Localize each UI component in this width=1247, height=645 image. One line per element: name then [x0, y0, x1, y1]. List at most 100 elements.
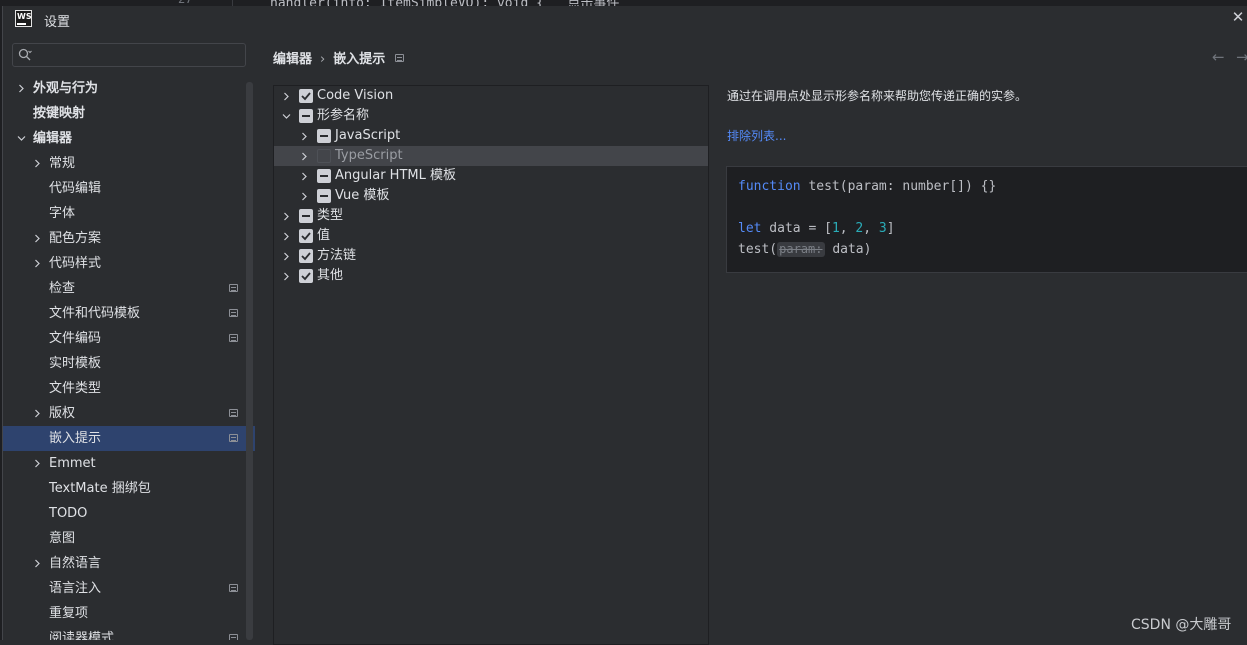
- chevron-right-icon[interactable]: [300, 172, 309, 181]
- search-icon: [18, 48, 32, 61]
- chevron-right-icon[interactable]: [33, 559, 42, 568]
- sidebar-scrollbar[interactable]: [246, 82, 253, 640]
- code-text: ,: [839, 221, 856, 236]
- tree-row[interactable]: Vue 模板: [274, 186, 708, 206]
- sidebar-item[interactable]: 编辑器: [3, 126, 255, 151]
- checkbox[interactable]: [299, 109, 313, 123]
- webstorm-logo-icon: WS: [15, 10, 32, 27]
- sidebar-item[interactable]: 自然语言: [3, 551, 255, 576]
- sidebar-item-label: 文件和代码模板: [49, 306, 141, 321]
- tree-row[interactable]: 方法链: [274, 246, 708, 266]
- chevron-down-icon[interactable]: [282, 112, 291, 121]
- tree-row-label: 形参名称: [317, 108, 370, 123]
- chevron-right-icon[interactable]: [300, 192, 309, 201]
- sidebar-item[interactable]: 文件编码: [3, 326, 255, 351]
- settings-content: 编辑器 › 嵌入提示 ← → Code Vision 形参名称 JavaScript Ty…: [256, 34, 1247, 645]
- checkbox[interactable]: [299, 209, 313, 223]
- checkbox[interactable]: [299, 229, 313, 243]
- tree-row-label: 方法链: [317, 248, 357, 263]
- breadcrumb-parent[interactable]: 编辑器: [273, 52, 312, 67]
- back-arrow-icon[interactable]: ←: [1212, 48, 1225, 66]
- project-scope-icon: [229, 634, 238, 640]
- sidebar-item-label: 常规: [49, 156, 76, 171]
- chevron-right-icon[interactable]: [33, 409, 42, 418]
- chevron-right-icon[interactable]: [300, 152, 309, 161]
- chevron-right-icon[interactable]: [282, 92, 291, 101]
- checkbox[interactable]: [299, 89, 313, 103]
- chevron-right-icon[interactable]: [282, 212, 291, 221]
- checkbox[interactable]: [317, 189, 331, 203]
- chevron-right-icon[interactable]: [282, 252, 291, 261]
- inlay-hints-tree: Code Vision 形参名称 JavaScript TypeScript Angul…: [273, 85, 709, 645]
- tree-row[interactable]: 形参名称: [274, 106, 708, 126]
- exclude-list-link[interactable]: 排除列表...: [727, 127, 786, 144]
- tree-row[interactable]: 其他: [274, 266, 708, 286]
- forward-arrow-icon[interactable]: →: [1236, 48, 1247, 66]
- checkbox[interactable]: [299, 249, 313, 263]
- sidebar-item-label: 文件类型: [49, 381, 102, 396]
- sidebar-item[interactable]: Emmet: [3, 451, 255, 476]
- project-scope-icon: [229, 284, 238, 292]
- chevron-down-icon[interactable]: [17, 134, 26, 143]
- chevron-right-icon[interactable]: [282, 272, 291, 281]
- sidebar-item[interactable]: 按键映射: [3, 101, 255, 126]
- sidebar-item[interactable]: 外观与行为: [3, 76, 255, 101]
- breadcrumb-current: 嵌入提示: [333, 52, 386, 67]
- breadcrumb: 编辑器 › 嵌入提示: [273, 48, 405, 67]
- chevron-right-icon[interactable]: [33, 159, 42, 168]
- code-number: 1: [831, 221, 840, 236]
- chevron-right-icon[interactable]: [282, 232, 291, 241]
- code-preview: function test(param: number[]) {} let da…: [726, 166, 1247, 273]
- tree-row[interactable]: Angular HTML 模板: [274, 166, 708, 186]
- tree-row-label: Code Vision: [317, 88, 394, 103]
- chevron-right-icon[interactable]: [33, 459, 42, 468]
- sidebar-item[interactable]: 重复项: [3, 601, 255, 626]
- tree-row[interactable]: 值: [274, 226, 708, 246]
- checkbox[interactable]: [317, 169, 331, 183]
- sidebar-item-label: 检查: [49, 281, 76, 296]
- close-icon[interactable]: ✕: [1231, 9, 1245, 25]
- checkbox[interactable]: [317, 149, 331, 163]
- sidebar-item[interactable]: 意图: [3, 526, 255, 551]
- sidebar-item[interactable]: 代码样式: [3, 251, 255, 276]
- sidebar-item[interactable]: 文件类型: [3, 376, 255, 401]
- sidebar-item[interactable]: 文件和代码模板: [3, 301, 255, 326]
- sidebar-item[interactable]: TextMate 捆绑包: [3, 476, 255, 501]
- sidebar-item[interactable]: 版权: [3, 401, 255, 426]
- tree-row[interactable]: Code Vision: [274, 86, 708, 106]
- sidebar-item[interactable]: 嵌入提示: [3, 426, 255, 451]
- sidebar-item[interactable]: 语言注入: [3, 576, 255, 601]
- sidebar-item-label: 自然语言: [49, 556, 102, 571]
- sidebar-item[interactable]: 常规: [3, 151, 255, 176]
- sidebar-item[interactable]: 实时模板: [3, 351, 255, 376]
- sidebar-item-label: 代码编辑: [49, 181, 102, 196]
- sidebar-item[interactable]: 阅读器模式: [3, 626, 255, 640]
- sidebar-item[interactable]: 配色方案: [3, 226, 255, 251]
- code-line-3: let data = [1, 2, 3]: [738, 220, 895, 238]
- tree-row[interactable]: TypeScript: [274, 146, 708, 166]
- project-scope-icon: [229, 584, 238, 592]
- tree-row-label: TypeScript: [335, 148, 403, 163]
- sidebar-item[interactable]: 字体: [3, 201, 255, 226]
- sidebar-item[interactable]: 代码编辑: [3, 176, 255, 201]
- chevron-right-icon[interactable]: [33, 259, 42, 268]
- project-scope-icon: [229, 309, 238, 317]
- chevron-right-icon[interactable]: [300, 132, 309, 141]
- chevron-right-icon[interactable]: [33, 234, 42, 243]
- tree-row-label: 类型: [317, 208, 344, 223]
- search-field[interactable]: [12, 43, 246, 67]
- sidebar-item[interactable]: 检查: [3, 276, 255, 301]
- sidebar-item-label: TODO: [49, 506, 88, 521]
- sidebar-item-label: 实时模板: [49, 356, 102, 371]
- tree-row[interactable]: 类型: [274, 206, 708, 226]
- code-text: ,: [863, 221, 879, 236]
- sidebar-item[interactable]: TODO: [3, 501, 255, 526]
- checkbox[interactable]: [299, 269, 313, 283]
- param-inlay-hint: param:: [777, 242, 825, 257]
- search-input[interactable]: [39, 46, 239, 64]
- tree-row[interactable]: JavaScript: [274, 126, 708, 146]
- code-text: data): [824, 242, 872, 257]
- chevron-right-icon[interactable]: [17, 84, 26, 93]
- checkbox[interactable]: [317, 129, 331, 143]
- sidebar-item-label: 重复项: [49, 606, 89, 621]
